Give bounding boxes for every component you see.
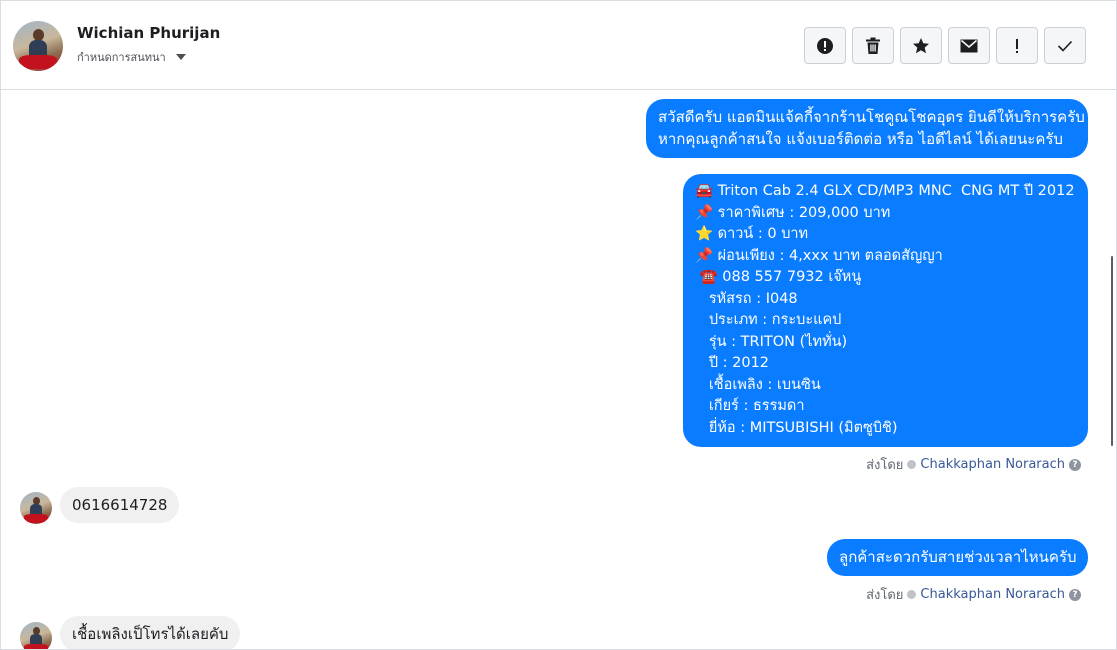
- listing-code: รหัสรถ : I048: [695, 290, 798, 307]
- message-text: หากคุณลูกค้าสนใจ แจ้งเบอร์ติดต่อ หรือ ไอ…: [658, 129, 1063, 148]
- listing-gear: เกียร์ : ธรรมดา: [695, 398, 805, 414]
- listing-type: ประเภท : กระบะแคป: [695, 312, 842, 328]
- message-outgoing-ask-time[interactable]: ลูกค้าสะดวกรับสายช่วงเวลาไหนครับ: [827, 539, 1088, 576]
- alert-circle-icon: [817, 37, 833, 54]
- page-badge-icon: [907, 590, 917, 599]
- assign-label: กำหนดการสนทนา: [77, 51, 166, 64]
- customer-avatar[interactable]: [20, 492, 52, 524]
- listing-model: รุ่น : TRITON (ไททั่น): [695, 333, 848, 350]
- star-icon: [913, 37, 929, 53]
- listing-year: ปี : 2012: [695, 355, 770, 371]
- listing-fuel: เชื้อเพลิง : เบนซิน: [695, 376, 821, 393]
- message-text: เชื้อเพลิงเป็โทรได้เลยคับ: [72, 625, 229, 643]
- message-outgoing-listing[interactable]: 🚘 Triton Cab 2.4 GLX CD/MP3 MNC CNG MT ป…: [683, 174, 1088, 447]
- message-text: สวัสดีครับ แอดมินแจ้คกี้จากร้านโชคูณโชคอ…: [658, 108, 1085, 126]
- listing-phone: ☎️ 088 557 7932 เจ๊หนู: [695, 269, 862, 285]
- contact-avatar[interactable]: [13, 21, 63, 71]
- delete-button[interactable]: [852, 27, 894, 64]
- exclamation-icon: [1016, 38, 1018, 53]
- sent-by-prefix: ส่งโดย: [866, 588, 904, 603]
- unread-button[interactable]: [948, 27, 990, 64]
- message-thread[interactable]: สวัสดีครับ แอดมินแจ้คกี้จากร้านโชคูณโชคอ…: [1, 91, 1111, 649]
- listing-installment: 📌 ผ่อนเพียง : 4,xxx บาท ตลอดสัญญา: [695, 247, 943, 264]
- message-text: ลูกค้าสะดวกรับสายช่วงเวลาไหนครับ: [839, 548, 1077, 566]
- listing-price: 📌 ราคาพิเศษ : 209,000 บาท: [695, 204, 891, 221]
- message-text: 0616614728: [72, 496, 168, 514]
- thread-scrollbar[interactable]: [1111, 256, 1113, 446]
- customer-avatar[interactable]: [20, 622, 52, 649]
- caret-down-icon: [175, 54, 186, 60]
- conversation-panel: Wichian Phurijan กำหนดการสนทนา สวัสดีครั…: [0, 0, 1117, 650]
- contact-name[interactable]: Wichian Phurijan: [77, 24, 220, 42]
- message-incoming-reply[interactable]: เชื้อเพลิงเป็โทรได้เลยคับ: [60, 616, 241, 649]
- page-badge-icon: [907, 460, 917, 469]
- sender-name[interactable]: Chakkaphan Norarach: [920, 587, 1065, 602]
- sent-by-label: ส่งโดย Chakkaphan Norarach ?: [866, 454, 1081, 475]
- listing-title: 🚘 Triton Cab 2.4 GLX CD/MP3 MNC CNG MT ป…: [695, 183, 1075, 199]
- envelope-icon: [960, 39, 978, 52]
- report-button[interactable]: [804, 27, 846, 64]
- follow-up-button[interactable]: [996, 27, 1038, 64]
- trash-icon: [866, 37, 880, 54]
- sent-by-prefix: ส่งโดย: [866, 458, 904, 473]
- sender-name[interactable]: Chakkaphan Norarach: [920, 457, 1065, 472]
- conversation-header: Wichian Phurijan กำหนดการสนทนา: [1, 1, 1116, 90]
- star-button[interactable]: [900, 27, 942, 64]
- sent-by-label: ส่งโดย Chakkaphan Norarach ?: [866, 584, 1081, 605]
- conversation-toolbar: [804, 27, 1086, 64]
- check-icon: [1057, 40, 1073, 52]
- help-icon[interactable]: ?: [1069, 458, 1081, 471]
- listing-brand: ยี่ห้อ : MITSUBISHI (มิตซูบิชิ): [695, 419, 898, 436]
- listing-down: ⭐ ดาวน์ : 0 บาท: [695, 226, 809, 242]
- message-incoming-phone[interactable]: 0616614728: [60, 487, 180, 523]
- done-button[interactable]: [1044, 27, 1086, 64]
- help-icon[interactable]: ?: [1069, 588, 1081, 601]
- message-outgoing-greeting[interactable]: สวัสดีครับ แอดมินแจ้คกี้จากร้านโชคูณโชคอ…: [646, 99, 1088, 158]
- assign-conversation-dropdown[interactable]: กำหนดการสนทนา: [77, 48, 186, 66]
